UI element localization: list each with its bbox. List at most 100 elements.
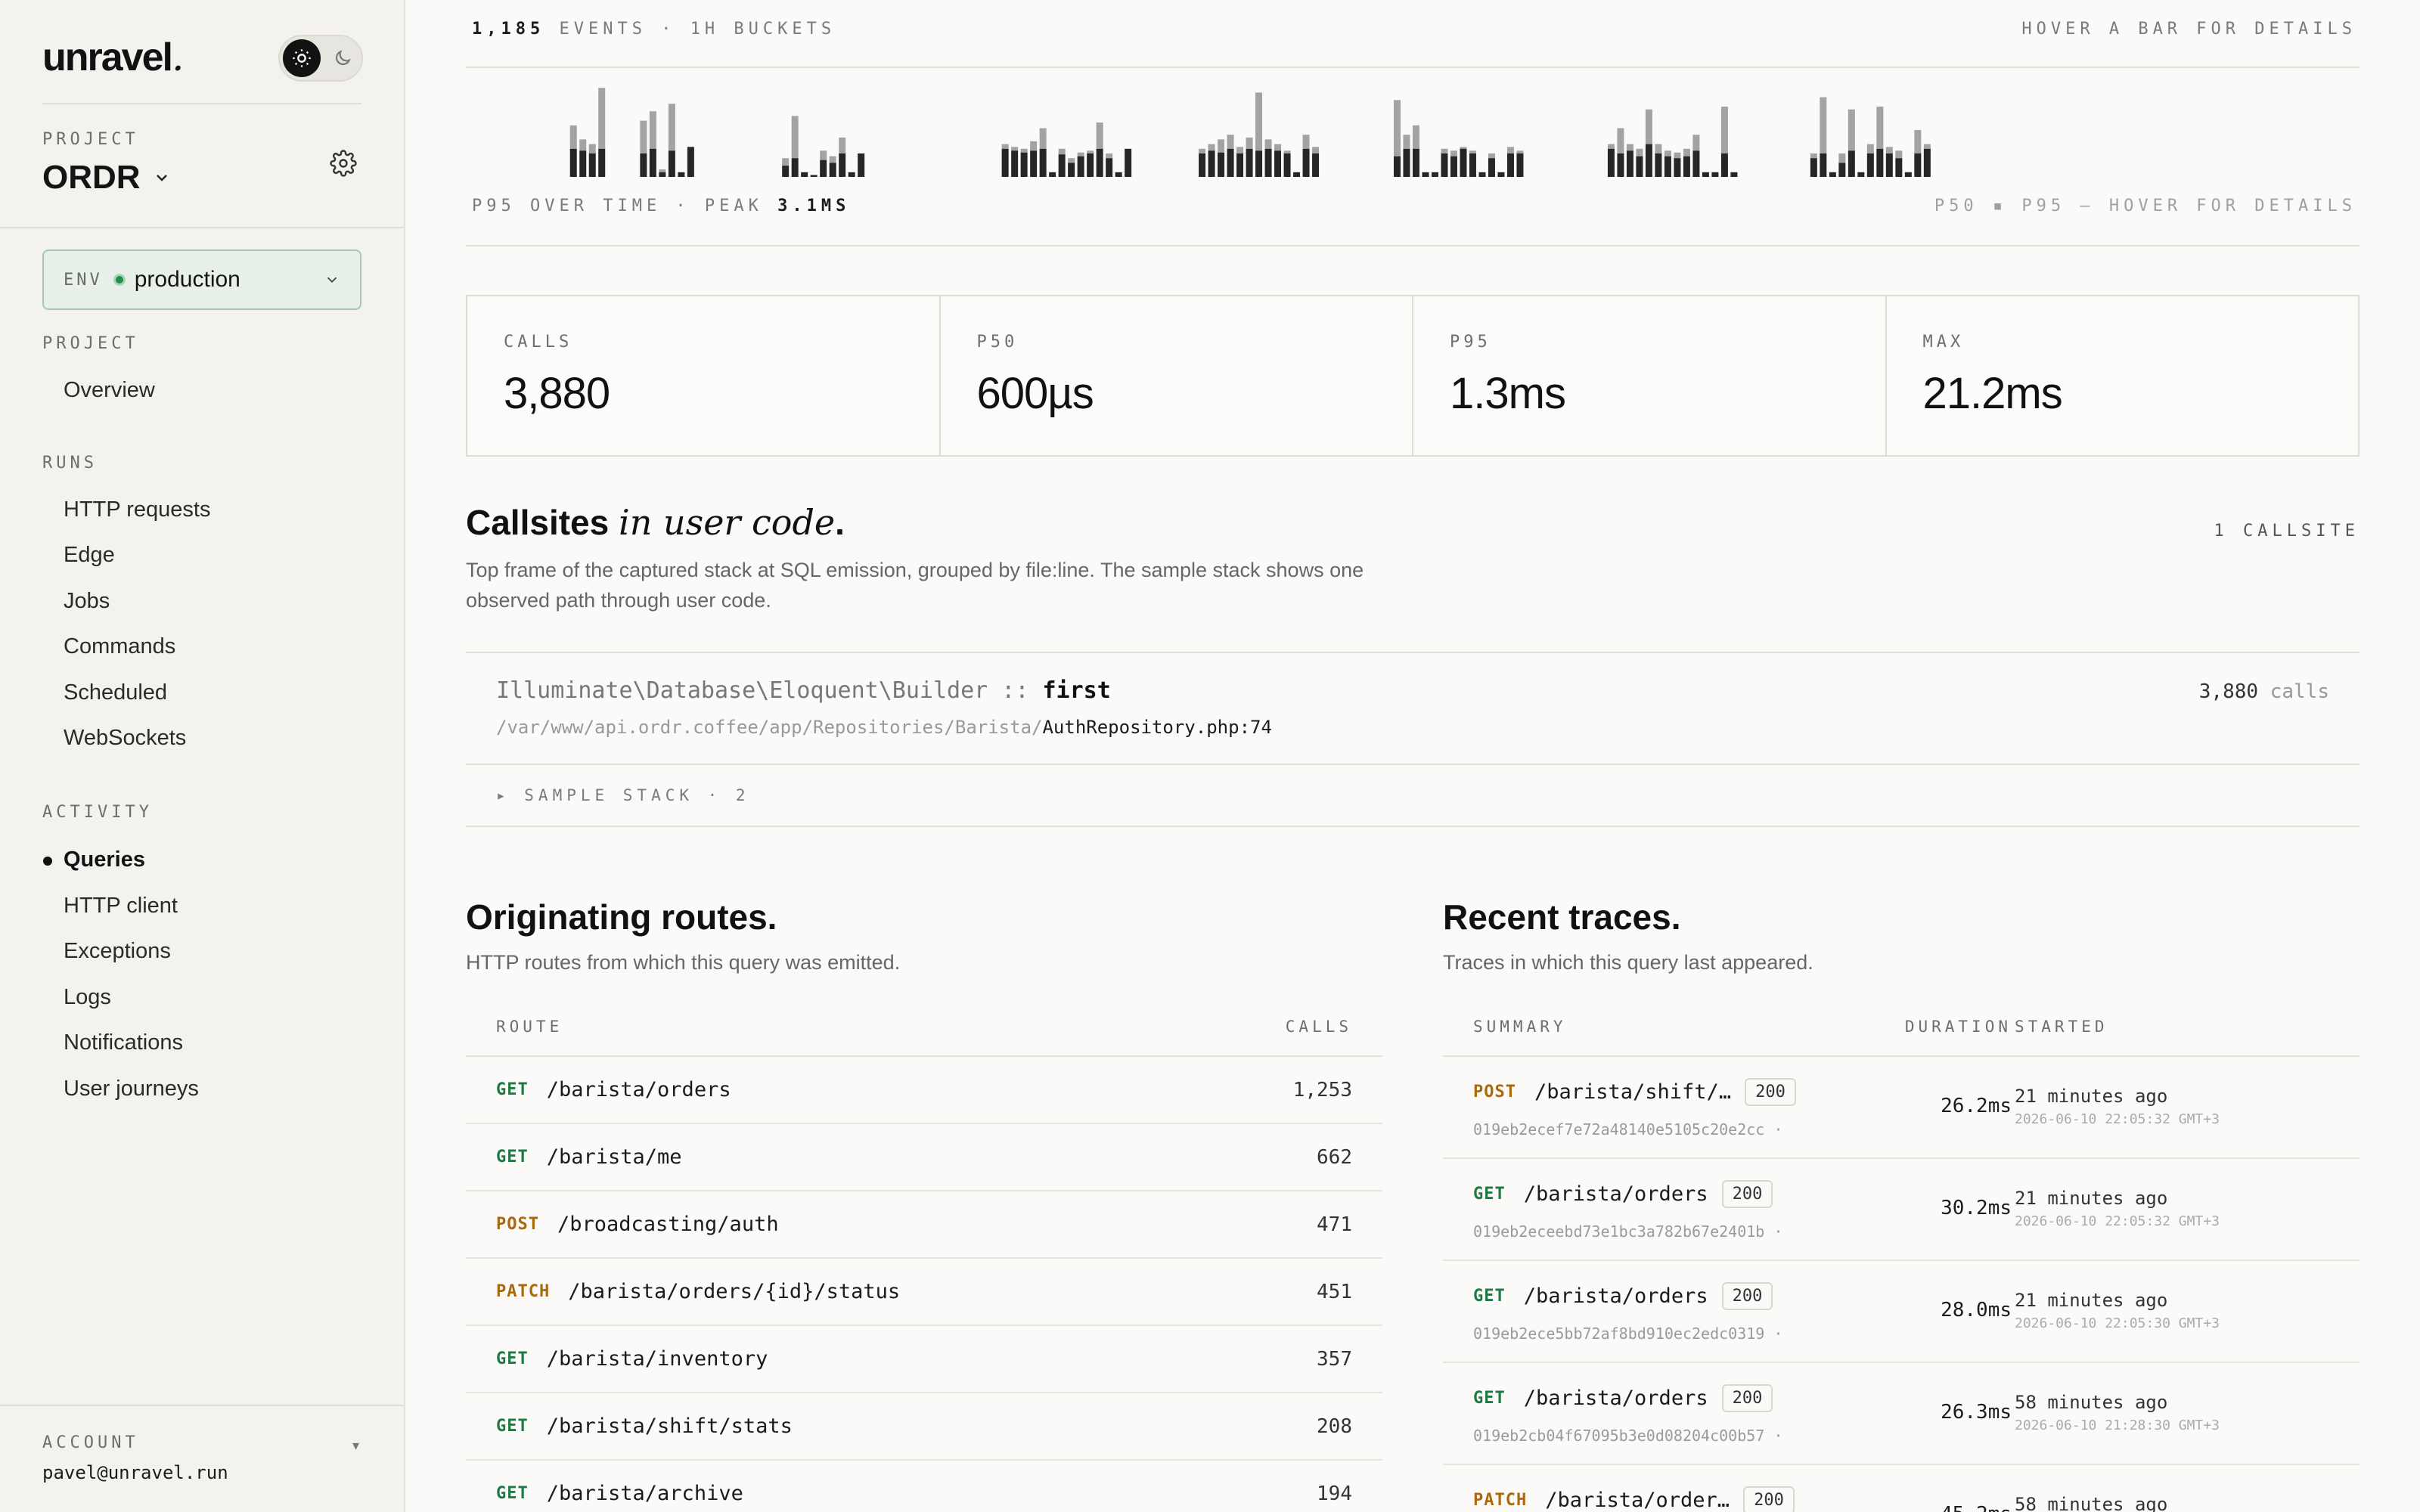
p50-bar[interactable] xyxy=(1838,163,1846,177)
p50-bar[interactable] xyxy=(1636,156,1643,177)
p95-bar[interactable] xyxy=(1264,139,1272,149)
p95-bar[interactable] xyxy=(782,158,790,166)
p50-bar[interactable] xyxy=(1885,153,1893,177)
p95-bar[interactable] xyxy=(1664,150,1671,156)
p95-bar[interactable] xyxy=(668,104,675,151)
p95-bar[interactable] xyxy=(1914,130,1922,153)
p95-bar[interactable] xyxy=(1393,100,1401,156)
p50-bar[interactable] xyxy=(640,153,647,177)
latency-histogram[interactable] xyxy=(466,76,2360,181)
p50-bar[interactable] xyxy=(1857,172,1865,177)
p50-bar[interactable] xyxy=(1255,150,1263,177)
p95-bar[interactable] xyxy=(1645,109,1652,144)
p95-bar[interactable] xyxy=(829,156,836,163)
p95-bar[interactable] xyxy=(1683,148,1690,156)
p50-bar[interactable] xyxy=(1645,144,1652,177)
p95-bar[interactable] xyxy=(659,169,666,172)
p50-bar[interactable] xyxy=(1001,148,1009,177)
p50-bar[interactable] xyxy=(1077,156,1084,177)
moon-icon[interactable] xyxy=(325,39,360,77)
p50-bar[interactable] xyxy=(1431,172,1438,177)
table-row[interactable]: PATCH/barista/order… 200 45.2ms 58 minute… xyxy=(1443,1465,2360,1512)
nav-item-exceptions[interactable]: Exceptions xyxy=(64,939,171,964)
p50-bar[interactable] xyxy=(1412,148,1419,177)
p50-bar[interactable] xyxy=(1469,153,1476,177)
callsite-item[interactable]: Illuminate\Database\Eloquent\Builder :: … xyxy=(466,652,2360,827)
project-switcher[interactable]: ORDR xyxy=(42,159,171,197)
p95-bar[interactable] xyxy=(1068,158,1075,163)
p95-bar[interactable] xyxy=(1302,135,1310,149)
p50-bar[interactable] xyxy=(1478,172,1486,177)
p95-bar[interactable] xyxy=(1246,137,1253,149)
nav-item-commands[interactable]: Commands xyxy=(64,634,175,659)
p50-bar[interactable] xyxy=(1829,172,1836,177)
p50-bar[interactable] xyxy=(1115,172,1122,177)
nav-item-queries[interactable]: Queries xyxy=(64,847,145,872)
p95-bar[interactable] xyxy=(1058,148,1066,155)
p95-bar[interactable] xyxy=(1655,144,1662,153)
p50-bar[interactable] xyxy=(1923,148,1931,177)
p95-bar[interactable] xyxy=(1516,150,1524,153)
p50-bar[interactable] xyxy=(649,148,656,177)
p50-bar[interactable] xyxy=(1674,158,1681,177)
p50-bar[interactable] xyxy=(1497,172,1505,177)
p50-bar[interactable] xyxy=(810,175,818,177)
p95-bar[interactable] xyxy=(1199,148,1206,153)
p95-bar[interactable] xyxy=(579,139,587,151)
table-row[interactable]: GET/barista/orders 200 019eb2ece5bb72af8b… xyxy=(1443,1261,2360,1363)
p95-bar[interactable] xyxy=(1236,147,1244,153)
p50-bar[interactable] xyxy=(782,166,790,177)
p95-bar[interactable] xyxy=(1020,148,1028,153)
p50-bar[interactable] xyxy=(1049,172,1056,177)
p95-bar[interactable] xyxy=(791,116,799,159)
table-row[interactable]: GET/barista/inventory 357 xyxy=(466,1326,1382,1393)
p50-bar[interactable] xyxy=(1848,150,1855,177)
p95-bar[interactable] xyxy=(1636,148,1643,156)
account-menu-toggle[interactable]: ▾ xyxy=(352,1438,359,1454)
p50-bar[interactable] xyxy=(1393,156,1401,177)
p50-bar[interactable] xyxy=(791,158,799,177)
p95-bar[interactable] xyxy=(1011,147,1019,151)
p95-bar[interactable] xyxy=(1441,148,1448,153)
p50-bar[interactable] xyxy=(1655,153,1662,177)
p95-bar[interactable] xyxy=(1810,153,1817,159)
nav-item-jobs[interactable]: Jobs xyxy=(64,589,110,614)
p95-bar[interactable] xyxy=(1312,147,1320,153)
p50-bar[interactable] xyxy=(1626,150,1634,177)
p95-bar[interactable] xyxy=(1607,144,1615,149)
p95-bar[interactable] xyxy=(1087,150,1094,153)
p95-bar[interactable] xyxy=(1838,153,1846,163)
p50-bar[interactable] xyxy=(1516,153,1524,177)
table-row[interactable]: GET/barista/orders 200 019eb2eceebd73e1bc… xyxy=(1443,1159,2360,1261)
p50-bar[interactable] xyxy=(1302,148,1310,177)
p50-bar[interactable] xyxy=(1058,154,1066,177)
p50-bar[interactable] xyxy=(678,172,685,177)
p95-bar[interactable] xyxy=(1403,135,1410,149)
brand-logo[interactable]: unravel. xyxy=(42,35,184,80)
p50-bar[interactable] xyxy=(588,153,596,177)
p95-bar[interactable] xyxy=(1866,144,1874,153)
p95-bar[interactable] xyxy=(1923,144,1931,149)
p50-bar[interactable] xyxy=(1702,172,1709,177)
p50-bar[interactable] xyxy=(1125,148,1132,177)
p50-bar[interactable] xyxy=(1030,150,1038,177)
sun-icon[interactable] xyxy=(283,39,321,77)
p50-bar[interactable] xyxy=(1810,158,1817,177)
p50-bar[interactable] xyxy=(1283,153,1291,177)
p50-bar[interactable] xyxy=(687,147,694,177)
p50-bar[interactable] xyxy=(1895,158,1903,177)
p95-bar[interactable] xyxy=(1885,147,1893,153)
p95-bar[interactable] xyxy=(1488,153,1495,159)
p50-bar[interactable] xyxy=(1227,148,1234,177)
p95-bar[interactable] xyxy=(1227,135,1234,149)
p50-bar[interactable] xyxy=(1011,150,1019,177)
p95-bar[interactable] xyxy=(1283,150,1291,153)
table-row[interactable]: GET/barista/archive 194 xyxy=(466,1461,1382,1512)
p50-bar[interactable] xyxy=(1692,150,1700,177)
table-row[interactable]: GET/barista/orders 200 019eb2cb04f67095b3… xyxy=(1443,1363,2360,1465)
p50-bar[interactable] xyxy=(1441,153,1448,177)
p50-bar[interactable] xyxy=(659,172,666,177)
p50-bar[interactable] xyxy=(1876,148,1884,177)
p50-bar[interactable] xyxy=(839,153,846,177)
p50-bar[interactable] xyxy=(569,148,577,177)
